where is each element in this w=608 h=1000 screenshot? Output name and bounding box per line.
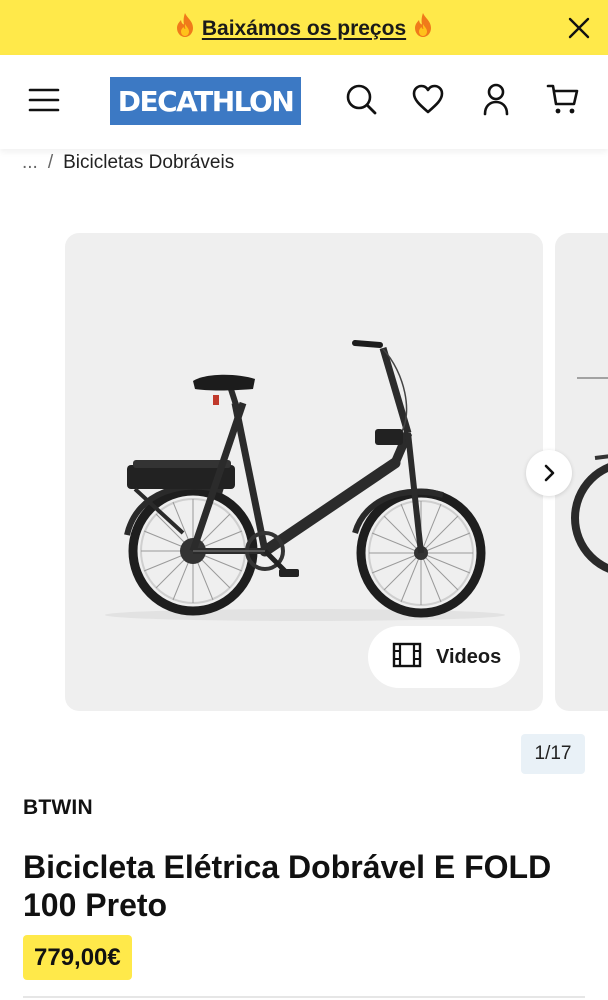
fire-icon — [412, 12, 434, 44]
promo-link[interactable]: Baixámos os preços — [0, 12, 608, 44]
promo-banner: Baixámos os preços — [0, 0, 608, 55]
breadcrumb: ... / Bicicletas Dobráveis — [22, 152, 234, 174]
videos-label: Videos — [436, 645, 502, 668]
decathlon-logo[interactable]: DECATHLON — [110, 77, 301, 125]
chevron-right-icon[interactable] — [526, 450, 572, 496]
image-counter: 1/17 — [521, 734, 585, 774]
videos-button[interactable]: Videos — [368, 626, 520, 688]
breadcrumb-ellipsis[interactable]: ... — [22, 152, 38, 173]
cart-icon[interactable] — [545, 81, 581, 117]
site-header: DECATHLON — [0, 55, 608, 149]
promo-text: Baixámos os preços — [201, 17, 407, 40]
product-brand[interactable]: BTWIN — [23, 796, 93, 820]
breadcrumb-separator: / — [47, 152, 54, 173]
heart-icon[interactable] — [410, 81, 446, 117]
fire-icon — [174, 12, 196, 44]
divider — [23, 996, 585, 998]
product-price: 779,00€ — [23, 935, 132, 980]
search-icon[interactable] — [343, 81, 379, 117]
close-icon[interactable] — [566, 15, 592, 41]
hamburger-menu-icon[interactable] — [26, 83, 62, 117]
film-icon — [392, 642, 422, 673]
product-gallery: Videos — [0, 233, 608, 713]
user-icon[interactable] — [478, 81, 514, 117]
product-title: Bicicleta Elétrica Dobrável E FOLD 100 P… — [23, 849, 552, 923]
breadcrumb-current[interactable]: Bicicletas Dobráveis — [63, 152, 234, 173]
